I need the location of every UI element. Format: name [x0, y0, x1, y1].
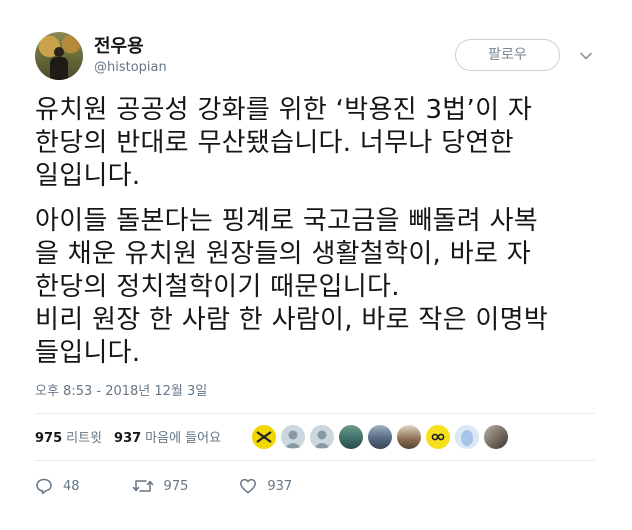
avatar-person-head: [54, 47, 64, 57]
author-name[interactable]: 전우용: [94, 36, 144, 58]
like-count: 937: [267, 478, 293, 494]
like-stat-label: 마음에 들어요: [145, 431, 222, 446]
follow-button[interactable]: 팔로우: [455, 39, 560, 71]
reply-count: 48: [63, 478, 80, 494]
landscape-avatar[interactable]: [368, 425, 392, 449]
tweet-actions: 48 975 937: [35, 475, 292, 497]
yellow-ribbon-avatar[interactable]: [252, 425, 276, 449]
author-handle[interactable]: @histopian: [94, 60, 167, 76]
egg-avatar[interactable]: [455, 425, 479, 449]
like-button[interactable]: 937: [239, 477, 292, 495]
tweet-paragraph-2: 아이들 돌본다는 핑계로 국고금을 빼돌려 사복 을 채운 유치원 원장들의 생…: [35, 206, 549, 368]
default-avatar[interactable]: [310, 425, 334, 449]
retweet-stat-count: 975: [35, 431, 63, 446]
retweet-count: 975: [163, 478, 189, 494]
chevron-down-icon[interactable]: [579, 49, 593, 63]
default-avatar[interactable]: [281, 425, 305, 449]
landscape-avatar[interactable]: [339, 425, 363, 449]
like-stat-count: 937: [114, 431, 142, 446]
reply-button[interactable]: 48: [35, 477, 80, 495]
engagement-stats: 975 리트윗 937 마음에 들어요: [35, 428, 233, 450]
retweet-button[interactable]: 975: [132, 477, 189, 495]
tweet-card: 전우용 @histopian 팔로우 유치원 공공성 강화를 위한 ‘박용진 3…: [0, 0, 632, 530]
avatar-person-body: [50, 57, 68, 80]
author-avatar[interactable]: [35, 32, 83, 80]
heart-icon: [240, 478, 257, 494]
photo-avatar[interactable]: [484, 425, 508, 449]
like-stat[interactable]: 937 마음에 들어요: [114, 431, 221, 447]
liker-avatars: [252, 425, 508, 449]
tweet-timestamp[interactable]: 오후 8:53 - 2018년 12월 3일: [35, 384, 207, 400]
retweet-stat[interactable]: 975 리트윗: [35, 431, 102, 447]
reply-icon: [36, 478, 52, 495]
retweet-icon: [132, 480, 153, 492]
yellow-logo-avatar[interactable]: [426, 425, 450, 449]
retweet-stat-label: 리트윗: [66, 431, 103, 446]
tweet-paragraph-1: 유치원 공공성 강화를 위한 ‘박용진 3법’이 자 한당의 반대로 무산됐습니…: [35, 95, 533, 191]
figure-avatar[interactable]: [397, 425, 421, 449]
divider-bottom: [35, 460, 595, 461]
divider-top: [35, 413, 595, 414]
tweet-text: 유치원 공공성 강화를 위한 ‘박용진 3법’이 자 한당의 반대로 무산됐습니…: [35, 94, 610, 370]
